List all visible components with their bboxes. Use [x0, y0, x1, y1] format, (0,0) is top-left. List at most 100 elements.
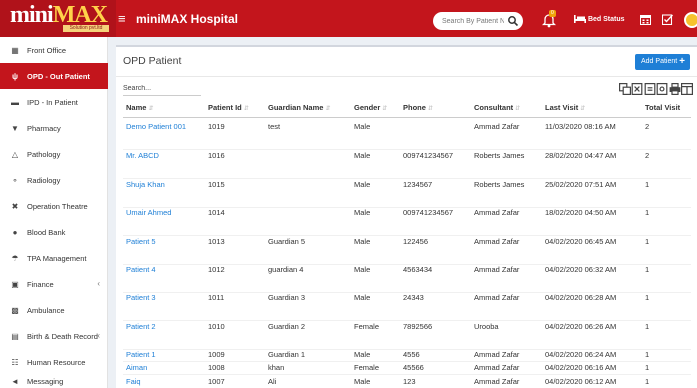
tint-icon: ● — [12, 227, 18, 237]
patient-name-link[interactable]: Umair Ahmed — [126, 208, 171, 217]
sidebar-item-messaging[interactable]: ◄ Messaging — [0, 368, 108, 388]
copy-icon[interactable] — [619, 83, 631, 95]
flask-icon: △ — [11, 149, 19, 159]
bed-icon — [574, 15, 586, 24]
patient-name-link[interactable]: Faiq — [126, 377, 141, 386]
sidebar-item-birth-death[interactable]: ▤ Birth & Death Record ‹ — [0, 323, 108, 349]
column-header-consultant[interactable]: Consultant ⇵ — [474, 103, 520, 112]
patient-name-link[interactable]: Shuja Khan — [126, 180, 165, 189]
table-row: Patient 5 1013 Guardian 5 Male 122456 Am… — [123, 237, 691, 265]
sidebar-item-finance[interactable]: ▣ Finance ‹ — [0, 271, 108, 297]
guardian-name: test — [268, 122, 281, 131]
column-header-guardian-name[interactable]: Guardian Name ⇵ — [268, 103, 330, 112]
logo[interactable]: miniMAX Solution pvt.ltd — [0, 0, 116, 37]
patient-id: 1009 — [208, 350, 225, 359]
patient-id: 1010 — [208, 322, 225, 331]
table-row: Aiman 1008 khan Female 45566 Ammad Zafar… — [123, 363, 691, 375]
app-title: miniMAX Hospital — [136, 12, 239, 26]
sidebar-item-radiology[interactable]: ⚬ Radiology — [0, 167, 108, 193]
logo-tagline: Solution pvt.ltd — [63, 25, 109, 32]
patient-name-link[interactable]: Patient 5 — [126, 237, 156, 246]
patient-name-link[interactable]: Demo Patient 001 — [126, 122, 186, 131]
patient-search-input[interactable] — [442, 15, 504, 27]
building-icon: ▦ — [11, 45, 19, 55]
sidebar-item-tpa-management[interactable]: ☂ TPA Management — [0, 245, 108, 271]
user-avatar[interactable] — [684, 12, 697, 28]
table-row: Patient 1 1009 Guardian 1 Male 4556 Amma… — [123, 350, 691, 362]
patient-name-link[interactable]: Patient 2 — [126, 322, 156, 331]
gender: Male — [354, 180, 371, 189]
patient-name-link[interactable]: Patient 4 — [126, 265, 156, 274]
chevron-left-icon: ‹ — [97, 331, 100, 340]
sidebar-item-front-office[interactable]: ▦ Front Office — [0, 37, 108, 63]
sidebar-item-ambulance[interactable]: ▩ Ambulance — [0, 297, 108, 323]
patient-id: 1014 — [208, 208, 225, 217]
columns-icon[interactable] — [680, 83, 693, 95]
phone: 24343 — [403, 293, 424, 302]
last-visit: 04/02/2020 06:28 AM — [545, 293, 617, 302]
sidebar-item-blood-bank[interactable]: ● Blood Bank — [0, 219, 108, 245]
search-icon[interactable] — [507, 15, 519, 27]
page-title: OPD Patient — [123, 55, 182, 67]
gender: Male — [354, 237, 371, 246]
patient-name-link[interactable]: Aiman — [126, 363, 147, 372]
add-patient-button[interactable]: Add Patient + — [635, 54, 690, 70]
gender: Male — [354, 377, 371, 386]
patient-search — [433, 12, 523, 30]
table-row: Umair Ahmed 1014 Male 009741234567 Ammad… — [123, 208, 691, 236]
bed-icon: ▬ — [11, 97, 19, 107]
phone: 009741234567 — [403, 208, 454, 217]
column-header-name[interactable]: Name ⇵ — [126, 103, 153, 112]
total-visit: 1 — [645, 377, 650, 386]
total-visit: 1 — [645, 208, 650, 217]
guardian-name: Ali — [268, 377, 277, 386]
calendar-icon[interactable] — [640, 14, 651, 25]
bed-status-button[interactable]: Bed Status — [574, 15, 625, 25]
pdf-icon[interactable] — [656, 83, 668, 95]
stethoscope-icon: ψ — [11, 71, 19, 81]
last-visit: 11/03/2020 08:16 AM — [545, 122, 616, 131]
column-header-total-visit[interactable]: Total Visit — [645, 103, 680, 112]
sort-icon: ⇵ — [325, 106, 331, 112]
column-header-gender[interactable]: Gender ⇵ — [354, 103, 387, 112]
excel-icon[interactable] — [631, 83, 643, 95]
consultant: Ammad Zafar — [474, 293, 520, 302]
patient-name-link[interactable]: Patient 3 — [126, 293, 156, 302]
task-icon[interactable] — [662, 14, 673, 25]
sidebar-item-operation-theatre[interactable]: ✖ Operation Theatre — [0, 193, 108, 219]
consultant: Roberts James — [474, 151, 525, 160]
column-header-patient-id[interactable]: Patient Id ⇵ — [208, 103, 249, 112]
sidebar-item-pathology[interactable]: △ Pathology — [0, 141, 108, 167]
sort-icon: ⇵ — [427, 106, 433, 112]
sidebar-item-opd[interactable]: ψ OPD - Out Patient — [0, 63, 108, 89]
column-header-last-visit[interactable]: Last Visit ⇵ — [545, 103, 585, 112]
patient-name-link[interactable]: Patient 1 — [126, 350, 156, 359]
table-row: Mr. ABCD 1016 Male 009741234567 Roberts … — [123, 151, 691, 179]
consultant: Urooba — [474, 322, 499, 331]
total-visit: 1 — [645, 350, 650, 359]
phone: 009741234567 — [403, 151, 454, 160]
csv-icon[interactable] — [644, 83, 656, 95]
guardian-name: Guardian 3 — [268, 293, 306, 302]
sidebar-toggle-icon[interactable]: ≡ — [118, 12, 126, 25]
consultant: Ammad Zafar — [474, 265, 520, 274]
table-search-input[interactable] — [123, 82, 201, 96]
phone: 4556 — [403, 350, 420, 359]
gender: Male — [354, 293, 371, 302]
phone: 1234567 — [403, 180, 433, 189]
notifications-button[interactable]: 0 — [541, 10, 557, 28]
column-header-phone[interactable]: Phone ⇵ — [403, 103, 433, 112]
total-visit: 1 — [645, 293, 650, 302]
patient-name-link[interactable]: Mr. ABCD — [126, 151, 159, 160]
total-visit: 1 — [645, 265, 650, 274]
sidebar-item-ipd[interactable]: ▬ IPD - In Patient — [0, 89, 108, 115]
print-icon[interactable] — [669, 83, 681, 95]
scissors-icon: ✖ — [11, 201, 19, 211]
add-patient-label: Add Patient — [641, 58, 678, 65]
table-row: Patient 4 1012 guardian 4 Male 4563434 A… — [123, 265, 691, 293]
total-visit: 1 — [645, 237, 650, 246]
patient-id: 1015 — [208, 180, 225, 189]
total-visit: 2 — [645, 151, 650, 160]
sidebar-item-pharmacy[interactable]: ▼ Pharmacy — [0, 115, 108, 141]
bank-icon: ▤ — [11, 331, 19, 341]
